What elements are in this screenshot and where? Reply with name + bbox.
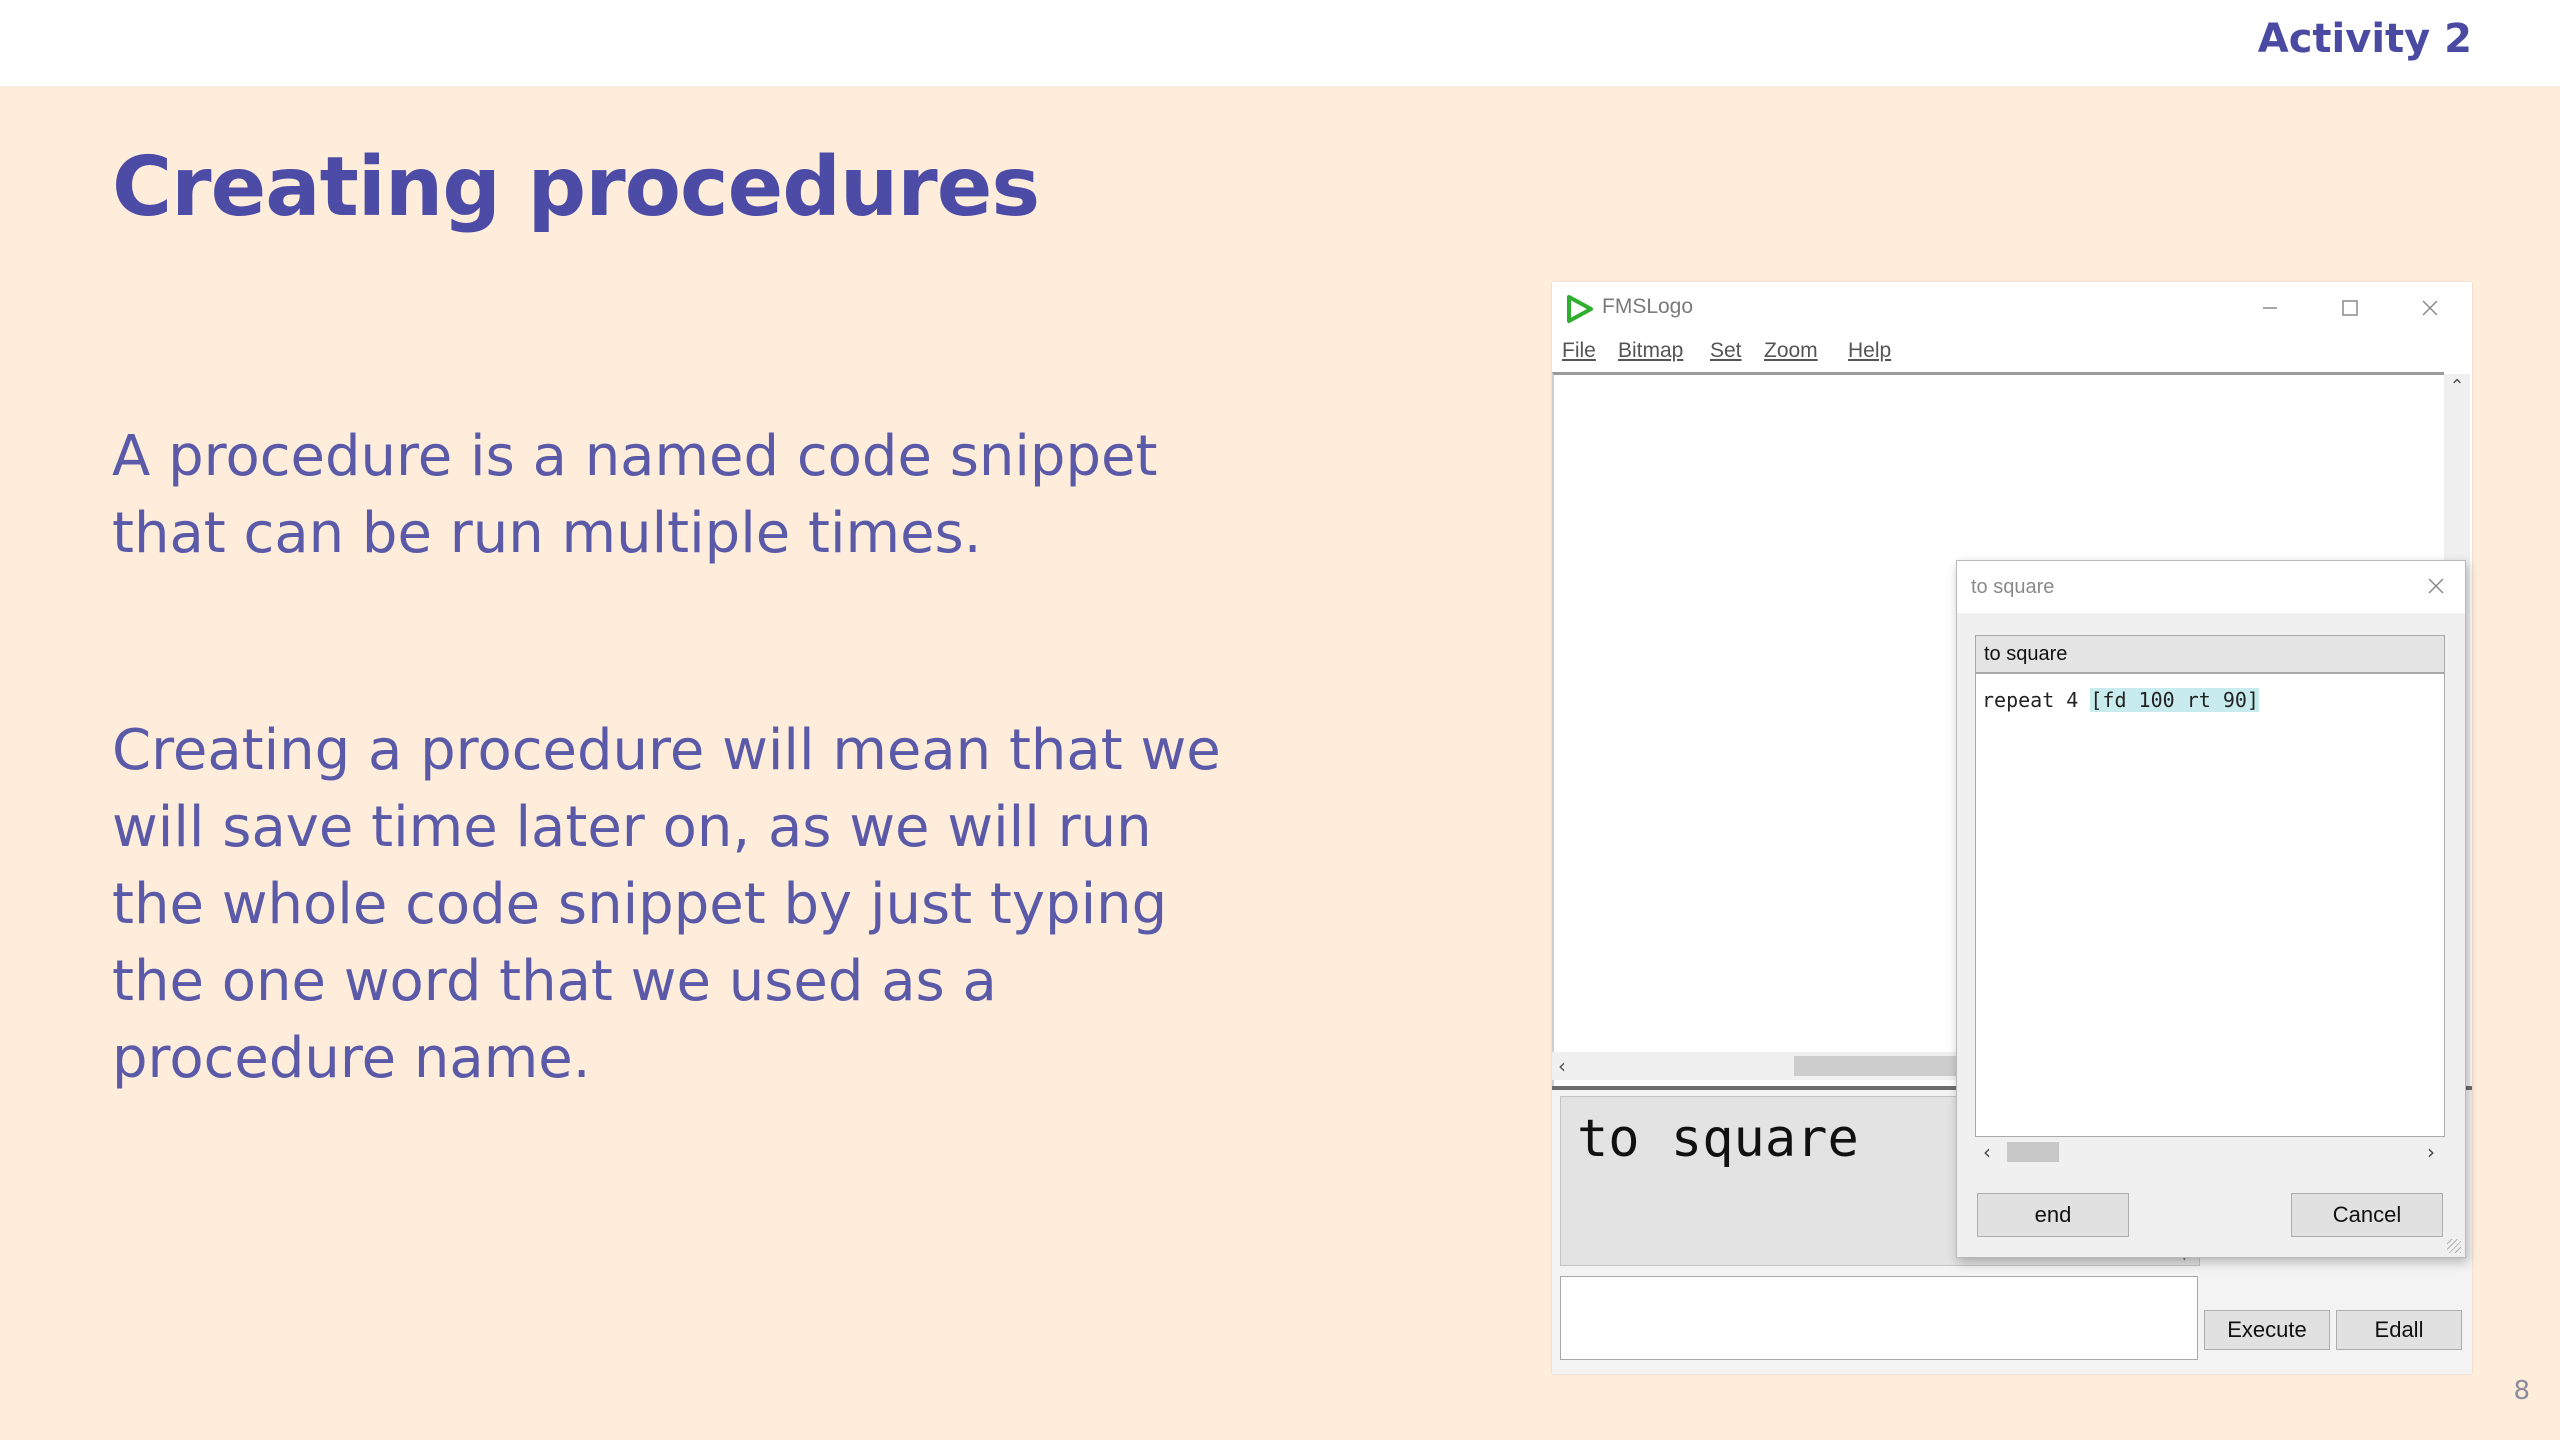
menu-zoom-label: Zoom <box>1764 339 1818 362</box>
scrollbar-thumb[interactable] <box>1794 1056 1974 1076</box>
activity-label: Activity 2 <box>2257 16 2472 62</box>
menu-set[interactable]: Set <box>1710 339 1742 363</box>
menu-zoom[interactable]: Zoom <box>1764 339 1818 363</box>
edall-button[interactable]: Edall <box>2336 1310 2462 1350</box>
scroll-right-icon[interactable]: › <box>2427 1140 2435 1164</box>
minimize-icon[interactable] <box>2248 290 2292 326</box>
menu-bitmap-label: Bitmap <box>1618 339 1684 362</box>
menu-file-label: File <box>1562 339 1596 362</box>
slide-header-bar: Activity 2 <box>0 0 2560 86</box>
explanation-paragraph: Creating a procedure will mean that we w… <box>112 718 1221 1091</box>
code-prefix: repeat 4 <box>1982 688 2091 712</box>
menu-help-label: Help <box>1848 339 1892 362</box>
menu-file[interactable]: File <box>1562 339 1596 363</box>
window-title: FMSLogo <box>1602 295 1694 318</box>
window-titlebar[interactable]: FMSLogo <box>1552 282 2472 332</box>
intro-paragraph: A procedure is a named code snippet that… <box>112 424 1158 566</box>
end-button[interactable]: end <box>1977 1193 2129 1237</box>
close-icon[interactable] <box>2408 290 2452 326</box>
procedure-header-field: to square <box>1975 635 2445 673</box>
resize-grip-icon[interactable] <box>2447 1239 2461 1253</box>
procedure-editor-dialog: to square to square repeat 4 [fd 100 rt … <box>1956 560 2466 1258</box>
procedure-body-editor[interactable]: repeat 4 [fd 100 rt 90] <box>1975 673 2445 1137</box>
menu-set-label: Set <box>1710 339 1742 362</box>
editor-title: to square <box>1971 576 2055 598</box>
command-input[interactable] <box>1560 1276 2198 1360</box>
scrollbar-thumb[interactable] <box>2007 1142 2059 1162</box>
menu-help[interactable]: Help <box>1848 339 1891 363</box>
history-entry: to square <box>1577 1109 1859 1169</box>
execute-button[interactable]: Execute <box>2204 1310 2330 1350</box>
scroll-left-icon[interactable]: ‹ <box>1983 1140 1991 1164</box>
page-number: 8 <box>2513 1376 2530 1406</box>
code-bracket-highlight: [fd 100 rt 90] <box>2090 688 2259 712</box>
code-line: repeat 4 [fd 100 rt 90] <box>1982 688 2259 712</box>
scroll-left-icon[interactable]: ‹ <box>1558 1054 1566 1078</box>
editor-titlebar[interactable]: to square <box>1957 561 2465 613</box>
menu-bitmap[interactable]: Bitmap <box>1618 339 1683 363</box>
menu-bar: File Bitmap Set Zoom Help <box>1552 334 2472 370</box>
editor-horizontal-scrollbar[interactable]: ‹ › <box>1975 1137 2443 1167</box>
page-title: Creating procedures <box>112 140 1040 235</box>
maximize-icon[interactable] <box>2328 290 2372 326</box>
procedure-header-text: to square <box>1984 643 2068 665</box>
fmslogo-play-icon <box>1564 294 1594 324</box>
close-icon[interactable] <box>2419 569 2453 603</box>
cancel-button[interactable]: Cancel <box>2291 1193 2443 1237</box>
scroll-up-icon[interactable]: ⌃ <box>2444 376 2470 402</box>
